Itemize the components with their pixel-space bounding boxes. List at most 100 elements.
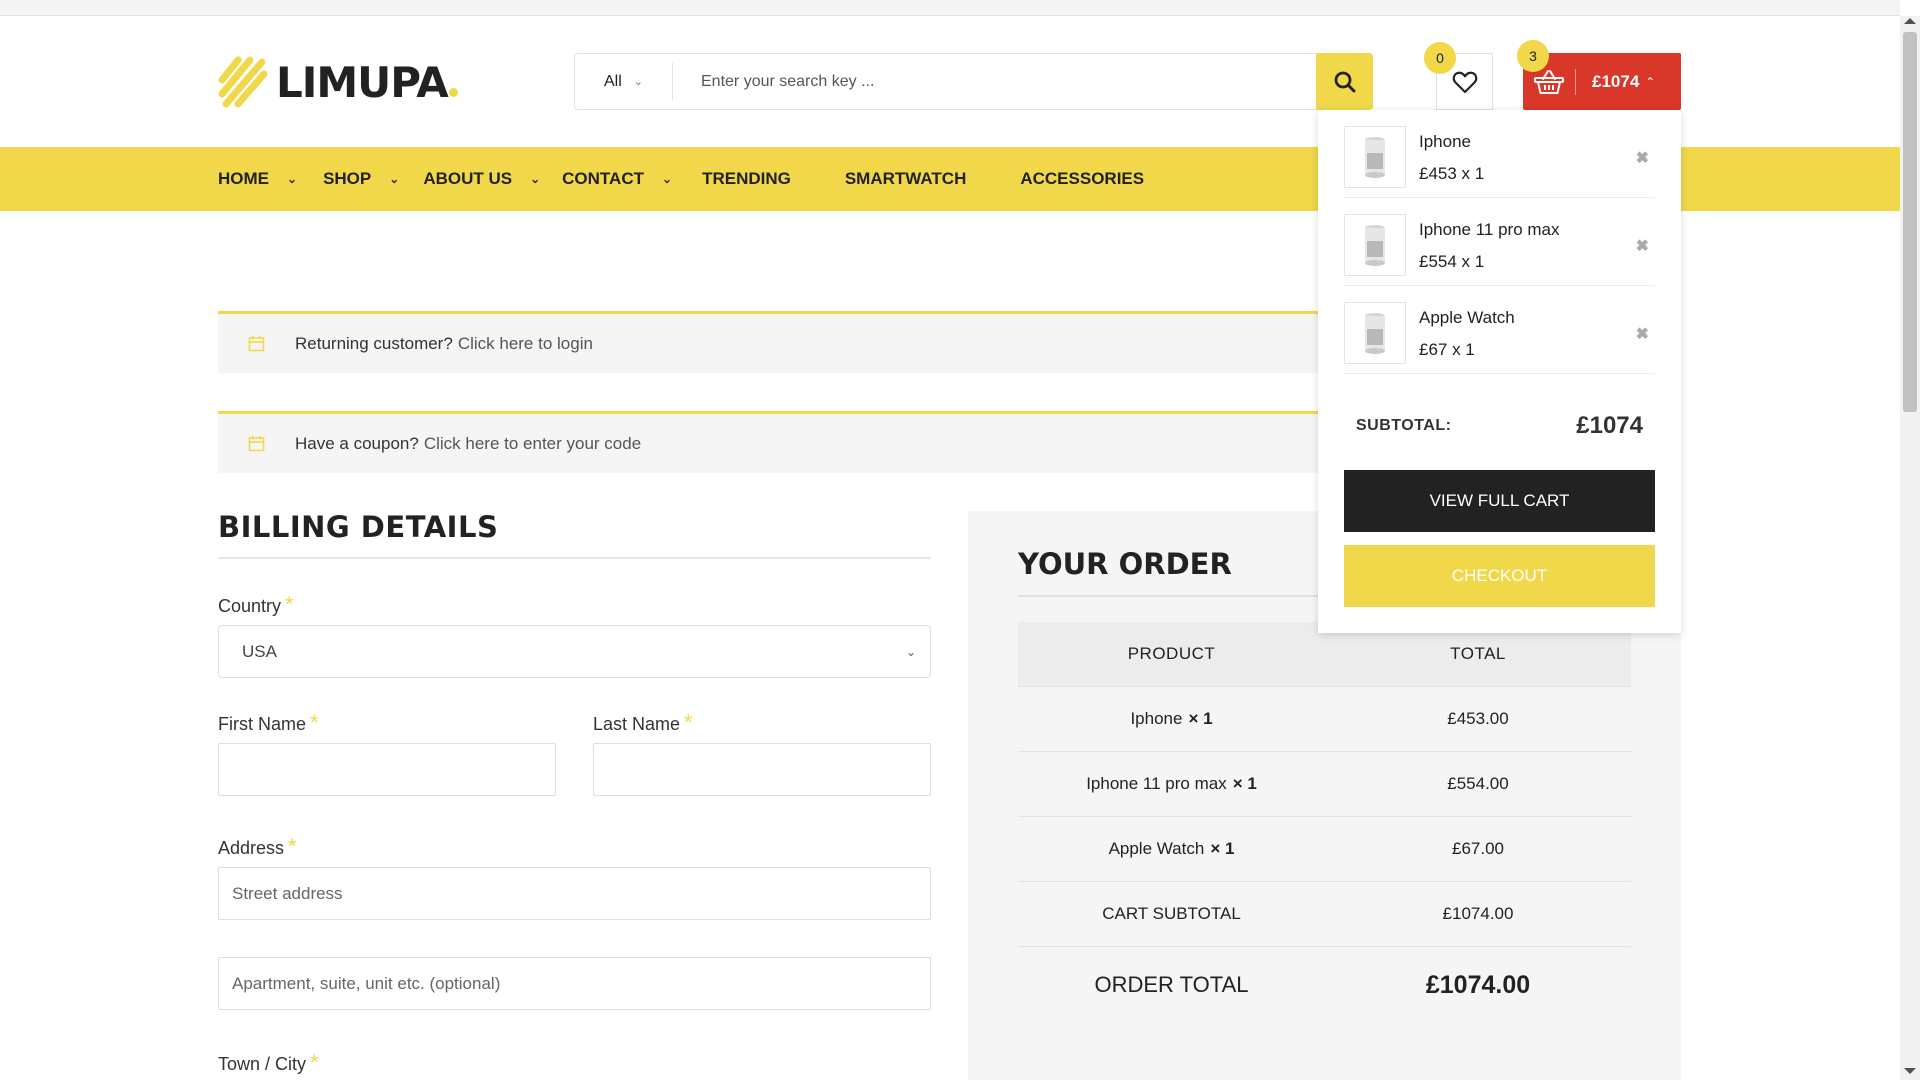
order-title: YOUR ORDER bbox=[1018, 547, 1232, 581]
last-name-field[interactable] bbox=[593, 743, 931, 796]
required-mark: * bbox=[310, 1050, 319, 1075]
mini-cart-item-price: £67 x 1 bbox=[1419, 340, 1475, 359]
mini-cart-item: Iphone £453 x 1 ✖ bbox=[1344, 110, 1655, 198]
scroll-up-arrow-icon[interactable] bbox=[1904, 18, 1916, 24]
mini-cart-dropdown: Iphone £453 x 1 ✖ Iphone 11 pro max £554… bbox=[1318, 110, 1681, 633]
scrollbar-thumb[interactable] bbox=[1903, 32, 1917, 412]
order-total-row: ORDER TOTAL £1074.00 bbox=[1018, 947, 1631, 1023]
product-thumbnail[interactable] bbox=[1344, 214, 1406, 276]
chevron-down-icon: ⌄ bbox=[530, 172, 541, 186]
first-name-field[interactable] bbox=[218, 743, 556, 796]
order-item-name: Iphone bbox=[1130, 709, 1183, 728]
cart-total: £1074 bbox=[1592, 71, 1640, 91]
header-product: PRODUCT bbox=[1127, 644, 1216, 663]
mini-cart-subtotal-value: £1074 bbox=[1576, 412, 1643, 439]
last-name-label: Last Name * bbox=[593, 710, 693, 736]
address-label-text: Address bbox=[218, 838, 285, 858]
country-label: Country * bbox=[218, 592, 294, 618]
mini-cart-item-name[interactable]: Iphone bbox=[1419, 132, 1471, 152]
nav-item-home[interactable]: HOME ⌄ bbox=[218, 169, 297, 189]
first-name-label: First Name * bbox=[218, 710, 319, 736]
search-button[interactable] bbox=[1316, 53, 1373, 110]
scroll-down-arrow-icon[interactable] bbox=[1904, 1068, 1916, 1074]
search-icon bbox=[1334, 71, 1355, 92]
speaker-product-image bbox=[1365, 313, 1385, 354]
product-thumbnail[interactable] bbox=[1344, 126, 1406, 188]
nav-label: CONTACT bbox=[562, 169, 644, 188]
nav-item-contact[interactable]: CONTACT ⌄ bbox=[562, 169, 672, 189]
basket-icon bbox=[1534, 69, 1564, 94]
mini-cart-item-name[interactable]: Apple Watch bbox=[1419, 308, 1515, 328]
subtotal-value: £1074.00 bbox=[1442, 904, 1514, 923]
nav-label: ABOUT US bbox=[423, 169, 513, 188]
remove-icon[interactable]: ✖ bbox=[1636, 324, 1649, 344]
speaker-product-image bbox=[1365, 137, 1385, 178]
street-address-placeholder: Street address bbox=[232, 883, 343, 903]
required-mark: * bbox=[285, 592, 294, 617]
order-table: PRODUCT TOTAL Iphone × 1 £453.00 Iphone 1… bbox=[1018, 622, 1631, 1023]
street-address-field[interactable]: Street address bbox=[218, 867, 931, 920]
nav-label: ACCESSORIES bbox=[1020, 169, 1145, 188]
mini-cart-subtotal-label: SUBTOTAL: bbox=[1356, 417, 1452, 434]
country-label-text: Country bbox=[218, 596, 282, 616]
billing-divider bbox=[218, 557, 931, 559]
product-thumbnail[interactable] bbox=[1344, 302, 1406, 364]
mini-cart-item-price: £453 x 1 bbox=[1419, 164, 1485, 183]
remove-icon[interactable]: ✖ bbox=[1636, 148, 1649, 168]
town-city-label-text: Town / City bbox=[218, 1054, 307, 1074]
billing-title: BILLING DETAILS bbox=[218, 510, 499, 544]
view-full-cart-button[interactable]: VIEW FULL CART bbox=[1344, 470, 1655, 532]
header-total: TOTAL bbox=[1450, 644, 1506, 663]
nav-item-smartwatch[interactable]: SMARTWATCH bbox=[845, 169, 967, 189]
chevron-down-icon: ⌄ bbox=[389, 172, 400, 186]
order-item-total: £554.00 bbox=[1447, 774, 1509, 793]
login-link[interactable]: Click here to login bbox=[458, 334, 593, 354]
search-bar: All ⌄ bbox=[574, 53, 1373, 110]
order-total-label: ORDER TOTAL bbox=[1094, 972, 1249, 997]
brand-logo[interactable]: LIMUPA bbox=[218, 52, 458, 112]
logo-dot bbox=[448, 87, 458, 97]
cart-count-badge: 3 bbox=[1517, 40, 1549, 72]
order-item-qty: × 1 bbox=[1232, 774, 1257, 793]
nav-item-shop[interactable]: SHOP ⌄ bbox=[323, 169, 399, 189]
mini-cart-item-price: £554 x 1 bbox=[1419, 252, 1485, 271]
chevron-up-icon: ⌃ bbox=[1645, 74, 1656, 89]
order-subtotal-row: CART SUBTOTAL £1074.00 bbox=[1018, 882, 1631, 947]
country-select[interactable]: USA ⌄ bbox=[218, 625, 931, 678]
nav-label: HOME bbox=[218, 169, 269, 188]
remove-icon[interactable]: ✖ bbox=[1636, 236, 1649, 256]
nav-item-trending[interactable]: TRENDING bbox=[702, 169, 791, 189]
mini-cart-item-name[interactable]: Iphone 11 pro max bbox=[1419, 220, 1560, 240]
order-item-name: Iphone 11 pro max bbox=[1086, 774, 1227, 793]
search-category-select[interactable]: All ⌄ bbox=[575, 63, 673, 100]
nav-label: SMARTWATCH bbox=[844, 169, 967, 188]
apartment-field[interactable]: Apartment, suite, unit etc. (optional) bbox=[218, 957, 931, 1010]
order-total-value: £1074.00 bbox=[1425, 970, 1531, 999]
coupon-link[interactable]: Click here to enter your code bbox=[424, 434, 641, 454]
coupon-notice-text: Have a coupon? bbox=[295, 433, 419, 453]
required-mark: * bbox=[684, 710, 693, 735]
order-row: Iphone × 1 £453.00 bbox=[1018, 687, 1631, 752]
town-city-label: Town / City * bbox=[218, 1050, 319, 1076]
chevron-down-icon: ⌄ bbox=[662, 172, 673, 186]
apartment-placeholder: Apartment, suite, unit etc. (optional) bbox=[232, 973, 501, 993]
calendar-icon bbox=[248, 436, 265, 452]
wishlist-count-badge: 0 bbox=[1424, 42, 1456, 74]
chevron-down-icon: ⌄ bbox=[905, 644, 916, 659]
calendar-icon bbox=[248, 336, 265, 352]
required-mark: * bbox=[310, 710, 319, 735]
cart-divider bbox=[1575, 68, 1576, 95]
order-item-name: Apple Watch bbox=[1108, 839, 1205, 858]
checkout-button[interactable]: CHECKOUT bbox=[1344, 545, 1655, 607]
heart-icon bbox=[1452, 71, 1477, 93]
login-notice-text: Returning customer? bbox=[295, 333, 453, 353]
nav-item-about-us[interactable]: ABOUT US ⌄ bbox=[423, 169, 540, 189]
chevron-down-icon: ⌄ bbox=[287, 172, 298, 186]
search-input[interactable] bbox=[673, 54, 1316, 109]
nav-item-accessories[interactable]: ACCESSORIES bbox=[1020, 169, 1144, 189]
first-name-label-text: First Name bbox=[218, 714, 307, 734]
mini-cart-item: Apple Watch £67 x 1 ✖ bbox=[1344, 286, 1655, 374]
order-item-qty: × 1 bbox=[1188, 709, 1213, 728]
browser-top-strip bbox=[0, 0, 1900, 16]
last-name-label-text: Last Name bbox=[593, 714, 681, 734]
